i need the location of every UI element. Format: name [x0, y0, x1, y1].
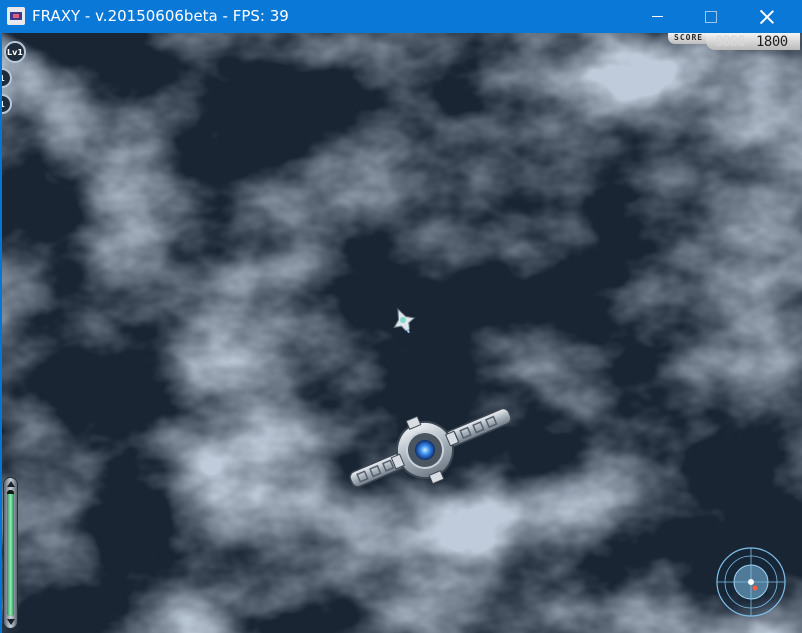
- fraxy-app-icon[interactable]: [7, 7, 25, 25]
- close-icon: [760, 10, 774, 24]
- player-ship-icon: [393, 307, 416, 334]
- game-viewport[interactable]: SCORE 0000 1800 Lv1 1 1: [2, 33, 802, 633]
- score-label: SCORE: [674, 33, 704, 42]
- gauge-up-arrow-icon: [7, 481, 15, 487]
- window-titlebar[interactable]: FRAXY - v.20150606beta - FPS: 39: [0, 0, 802, 33]
- energy-fill: [7, 493, 14, 616]
- maximize-icon: [705, 10, 717, 23]
- score-box: 0000 1800: [706, 33, 800, 50]
- maximize-button[interactable]: [688, 0, 734, 33]
- close-button[interactable]: [744, 0, 790, 33]
- energy-gauge: [3, 477, 18, 629]
- energy-track: [7, 490, 14, 616]
- minimize-icon: [651, 16, 663, 17]
- window-title: FRAXY - v.20150606beta - FPS: 39: [32, 7, 289, 25]
- radar-icon: [716, 547, 786, 617]
- minimize-button[interactable]: [634, 0, 680, 33]
- level-badge-main: Lv1: [4, 41, 26, 63]
- gauge-down-arrow-icon: [7, 619, 15, 625]
- rotating-bar-boss-icon: [349, 407, 512, 488]
- score-panel: SCORE 0000 1800: [668, 33, 800, 50]
- score-leading-zeros: 0000: [715, 34, 746, 50]
- score-value: 1800: [756, 34, 788, 50]
